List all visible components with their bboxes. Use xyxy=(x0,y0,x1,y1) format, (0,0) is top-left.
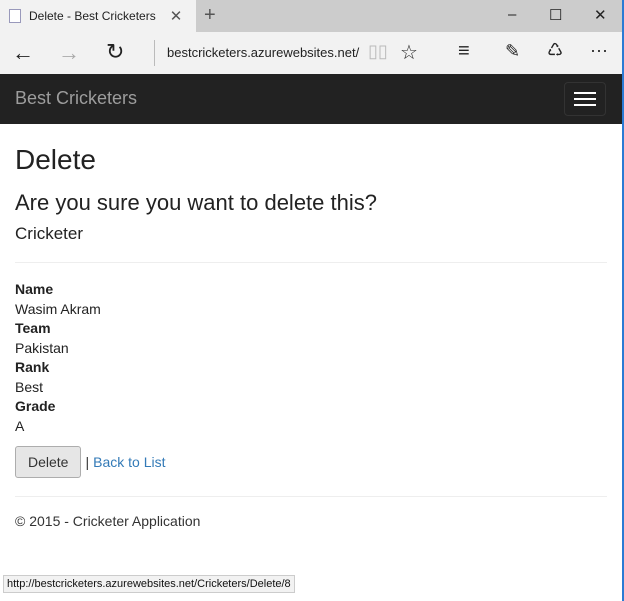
field-value: Best xyxy=(15,378,44,395)
field-label: Grade xyxy=(15,398,56,414)
close-window-icon[interactable]: ✕ xyxy=(594,6,607,24)
field-label: Name xyxy=(15,281,54,297)
page-title: Delete xyxy=(15,144,96,175)
brand-link[interactable]: Best Cricketers xyxy=(15,88,137,109)
back-to-list-link[interactable]: Back to List xyxy=(93,454,165,470)
menu-toggle-button[interactable] xyxy=(564,82,606,116)
share-icon[interactable]: ♺ xyxy=(547,40,563,61)
field-label: Team xyxy=(15,320,51,336)
tab-title: Delete - Best Cricketers xyxy=(29,9,156,23)
separator: | xyxy=(85,454,90,470)
web-note-icon[interactable]: ✎ xyxy=(505,41,520,62)
close-tab-icon[interactable]: ✕ xyxy=(170,7,183,25)
hub-icon[interactable]: ≡ xyxy=(458,40,470,63)
details-list: Name Wasim Akram Team Pakistan Rank Best… xyxy=(15,280,607,436)
page-icon xyxy=(9,9,21,23)
back-icon[interactable]: ← xyxy=(12,40,34,66)
delete-button[interactable]: Delete xyxy=(15,446,82,478)
refresh-icon[interactable]: ↻ xyxy=(106,39,124,65)
divider xyxy=(15,496,607,497)
field-value: Wasim Akram xyxy=(15,300,101,317)
footer-text: © 2015 - Cricketer Application xyxy=(15,513,201,529)
new-tab-icon[interactable]: + xyxy=(204,4,216,27)
confirm-question: Are you sure you want to delete this? xyxy=(15,190,377,215)
entity-heading: Cricketer xyxy=(15,224,84,243)
field-value: A xyxy=(15,417,25,434)
tab-bar: Delete - Best Cricketers ✕ + – ☐ ✕ xyxy=(0,0,622,32)
field-value: Pakistan xyxy=(15,339,69,356)
divider xyxy=(15,262,607,263)
navbar: Best Cricketers xyxy=(0,74,622,124)
url-input[interactable]: bestcricketers.azurewebsites.net/ xyxy=(167,45,359,60)
forward-icon[interactable]: → xyxy=(58,40,80,66)
reading-view-icon[interactable]: ▯▯ xyxy=(368,41,388,62)
minimize-icon[interactable]: – xyxy=(508,6,516,23)
browser-tab[interactable]: Delete - Best Cricketers ✕ xyxy=(0,0,196,32)
field-label: Rank xyxy=(15,359,50,375)
maximize-icon[interactable]: ☐ xyxy=(549,6,562,24)
status-bar-url: http://bestcricketers.azurewebsites.net/… xyxy=(3,575,295,593)
divider xyxy=(154,40,155,66)
more-icon[interactable]: ··· xyxy=(590,40,608,61)
address-bar: ← → ↻ bestcricketers.azurewebsites.net/ … xyxy=(0,32,622,74)
favorite-star-icon[interactable]: ☆ xyxy=(400,40,418,65)
